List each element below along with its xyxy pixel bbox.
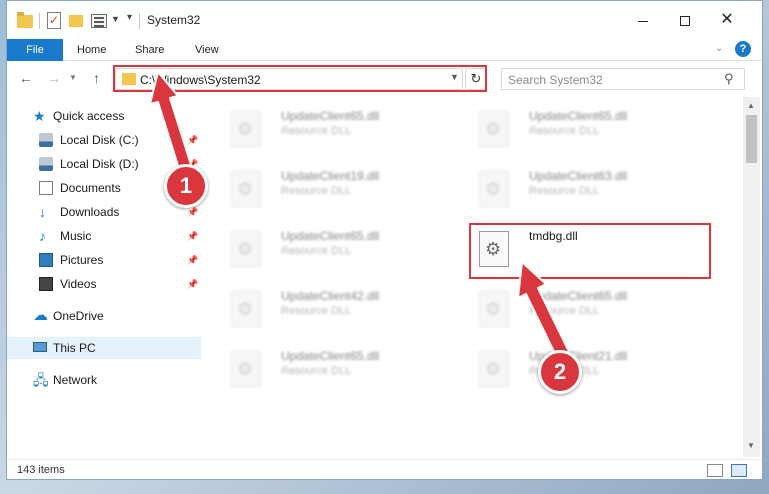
arrow-2-icon <box>517 261 573 365</box>
arrow-1-icon <box>149 71 193 173</box>
step-2-badge: 2 <box>538 350 582 394</box>
callout-arrows <box>149 71 573 365</box>
step-1-badge: 1 <box>164 164 208 208</box>
